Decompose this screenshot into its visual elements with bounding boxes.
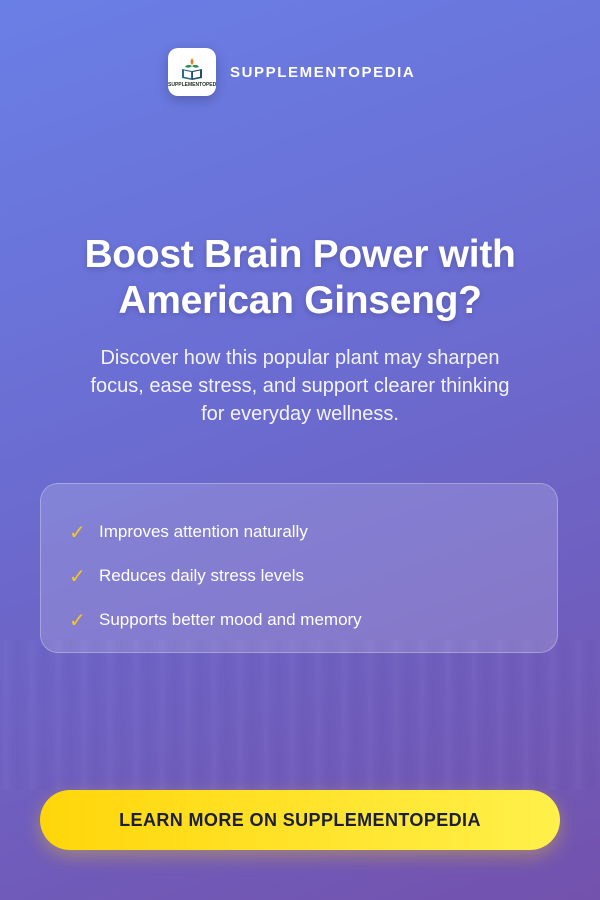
brand-header: SUPPLEMENTOPEDIA SUPPLEMENTOPEDIA — [168, 48, 415, 96]
check-icon: ✓ — [69, 520, 86, 544]
book-with-flame-icon — [182, 58, 202, 80]
benefit-item: ✓ Reduces daily stress levels — [69, 554, 557, 598]
brand-logo[interactable]: SUPPLEMENTOPEDIA — [168, 48, 216, 96]
subtitle-line: Discover how this popular plant may shar… — [100, 347, 500, 369]
background-texture — [0, 640, 600, 790]
title-line: American Ginseng? — [118, 279, 482, 322]
benefit-label: Improves attention naturally — [99, 522, 308, 541]
subtitle-line: focus, ease stress, and support clearer … — [90, 375, 510, 397]
page-title: Boost Brain Power with American Ginseng? — [20, 232, 580, 324]
benefit-item: ✓ Improves attention naturally — [69, 510, 557, 554]
learn-more-button[interactable]: LEARN MORE ON SUPPLEMENTOPEDIA — [40, 790, 560, 850]
benefits-card: ✓ Improves attention naturally ✓ Reduces… — [40, 483, 558, 653]
brand-name: SUPPLEMENTOPEDIA — [230, 63, 416, 81]
check-icon: ✓ — [69, 564, 86, 588]
logo-wordmark: SUPPLEMENTOPEDIA — [168, 82, 216, 88]
check-icon: ✓ — [69, 608, 86, 632]
benefits-list: ✓ Improves attention naturally ✓ Reduces… — [41, 484, 557, 642]
benefit-label: Supports better mood and memory — [99, 610, 362, 629]
title-line: Boost Brain Power with — [84, 233, 516, 276]
page-subtitle: Discover how this popular plant may shar… — [40, 344, 560, 428]
benefit-item: ✓ Supports better mood and memory — [69, 598, 557, 642]
benefit-label: Reduces daily stress levels — [99, 566, 305, 585]
subtitle-line: for everyday wellness. — [201, 403, 399, 425]
